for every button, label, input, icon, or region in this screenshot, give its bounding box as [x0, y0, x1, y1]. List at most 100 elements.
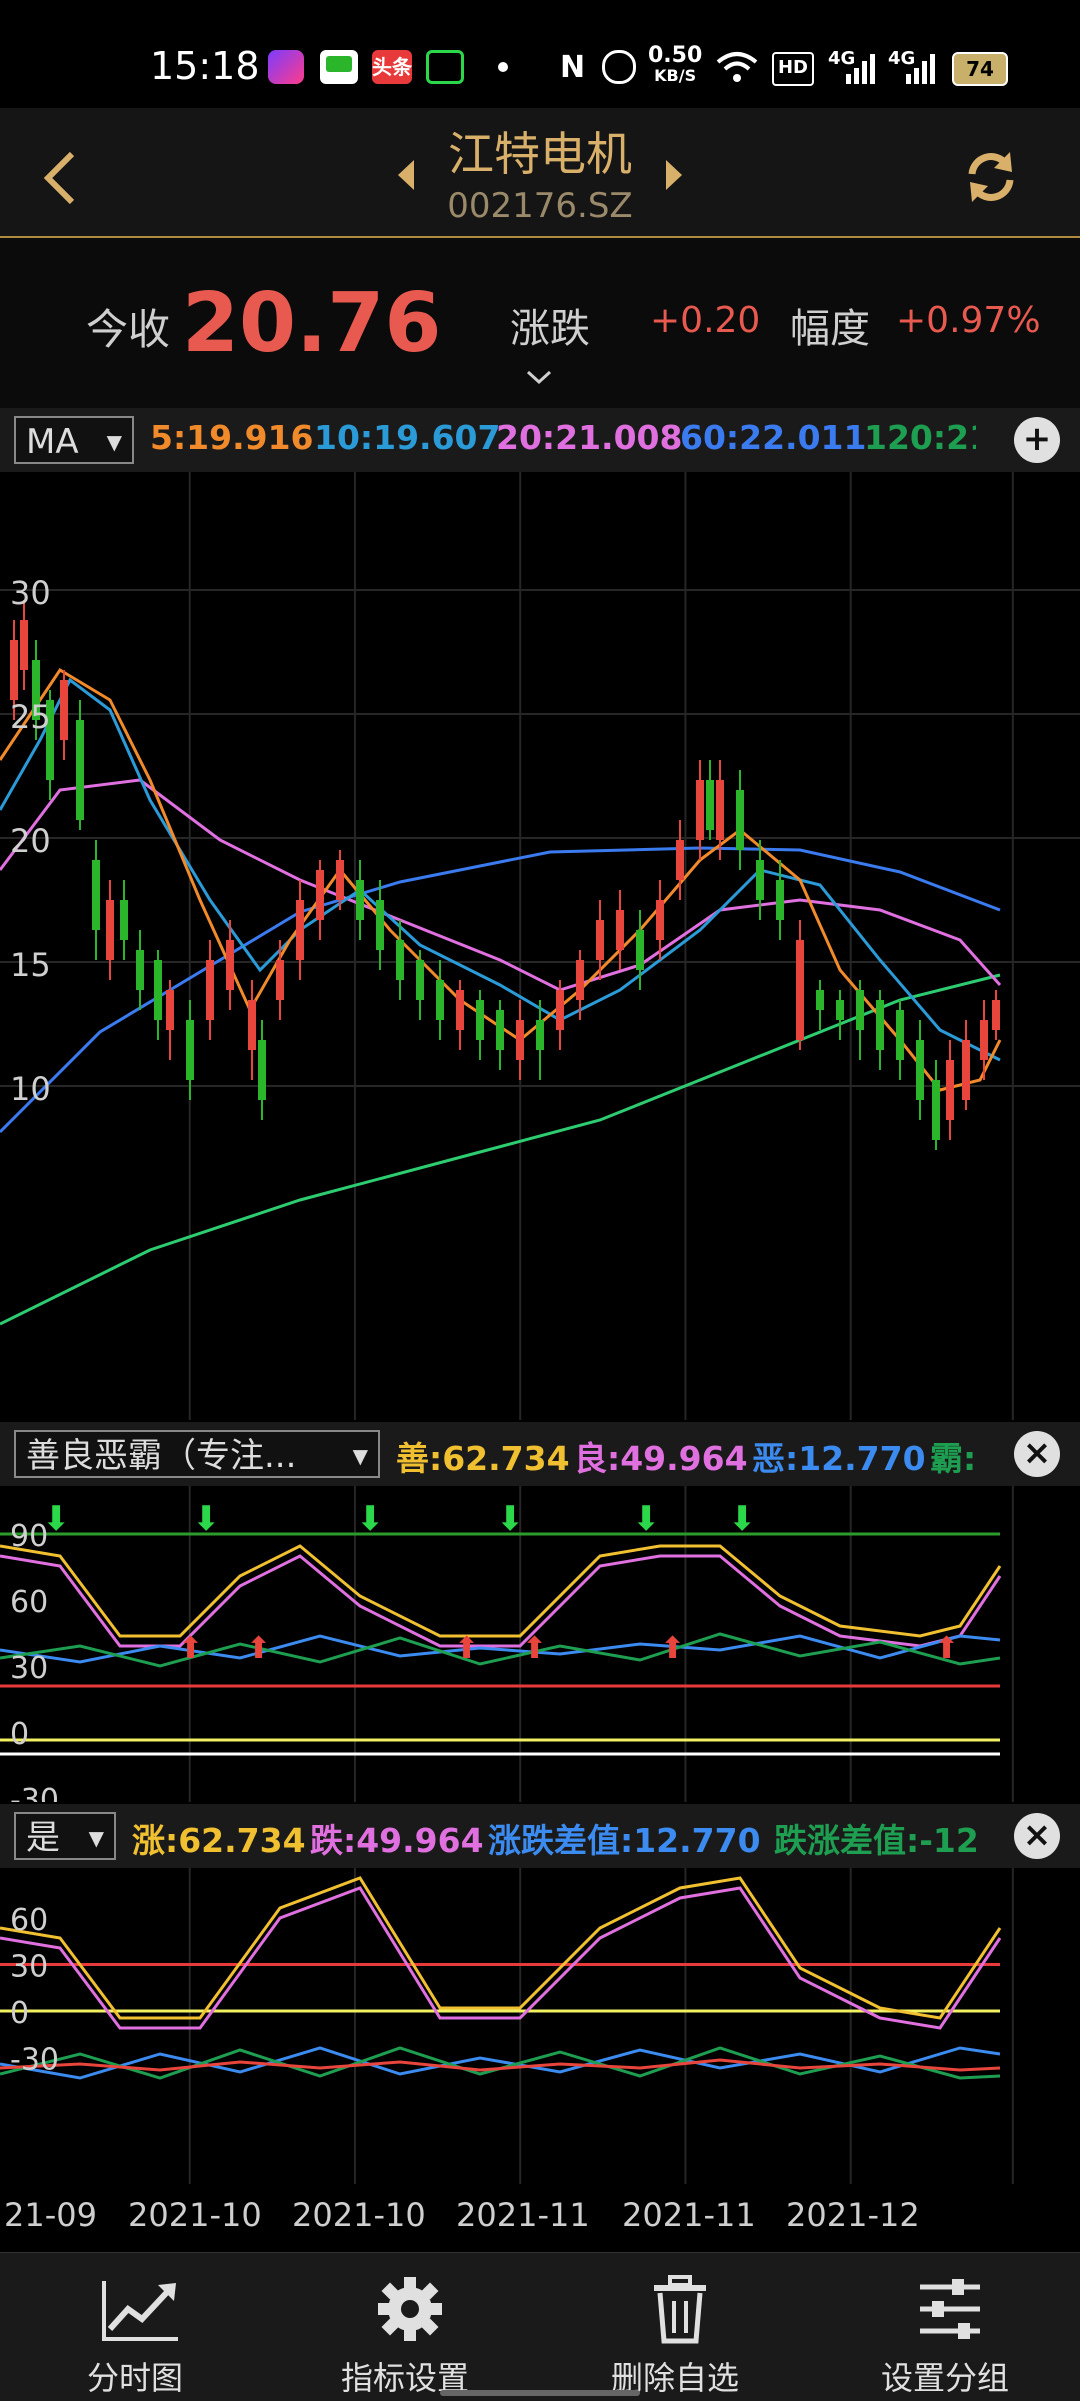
date-label: 2021-10: [128, 2196, 262, 2234]
expand-chevron-icon[interactable]: [526, 370, 552, 386]
nav-indicator-settings[interactable]: 指标设置: [270, 2253, 540, 2401]
date-label: 2021-11: [622, 2196, 756, 2234]
ma20-value: 20:21.008: [496, 418, 683, 457]
candle-body: [706, 780, 714, 830]
dropdown-arrow-icon: ▼: [106, 430, 122, 454]
candle-body: [776, 880, 784, 920]
stock-code: 002176.SZ: [447, 186, 633, 226]
candle-body: [916, 1040, 924, 1100]
nav-timeshare[interactable]: 分时图: [0, 2253, 270, 2401]
candle-body: [136, 950, 144, 990]
indicator2-selector[interactable]: 是 ▼: [14, 1812, 116, 1860]
line-chart-icon: [102, 2281, 178, 2341]
candle-body: [856, 990, 864, 1030]
refresh-icon[interactable]: [962, 148, 1020, 206]
candle-body: [356, 880, 364, 920]
candle-body: [120, 900, 128, 940]
ma120-value: 120:21...: [864, 418, 976, 457]
ind1-v4: 霸:: [930, 1439, 977, 1478]
close-price: 20.76: [182, 276, 442, 371]
candle-body: [576, 960, 584, 1000]
ma60-value: 60:22.011: [680, 418, 867, 457]
battery-icon: 74: [952, 52, 1008, 86]
candle-body: [636, 930, 644, 970]
change-label: 涨跌: [510, 306, 590, 352]
change-value: +0.20: [650, 300, 761, 341]
candle-body: [816, 990, 824, 1010]
buy-arrow-icon: ⬇: [728, 1499, 757, 1539]
sell-arrow-icon: ⬆: [660, 1631, 685, 1666]
dropdown-arrow-icon: ▼: [88, 1826, 104, 1850]
indicator-tick-label: 30: [10, 1651, 48, 1686]
nav-label: 设置分组: [880, 2359, 1009, 2397]
ma-legend-bar: MA ▼ 5:19.916 10:19.607 20:21.008 60:22.…: [0, 408, 1080, 472]
candle-body: [756, 860, 764, 900]
indicator-tick-label: 30: [10, 1950, 48, 1985]
indicator2-bar: 是 ▼ 涨:62.734 跌:49.964 涨跌差值:12.770 跌涨差值:-…: [0, 1804, 1080, 1868]
candle-body: [336, 860, 344, 900]
buy-arrow-icon: ⬇: [192, 1499, 221, 1539]
indicator-tick-label: 60: [10, 1903, 48, 1938]
candle-body: [596, 920, 604, 960]
close-label: 今收: [86, 305, 171, 354]
dropdown-arrow-icon: ▼: [352, 1444, 368, 1468]
price-tick-label: 25: [10, 698, 51, 736]
add-indicator-button[interactable]: +: [1014, 417, 1060, 463]
indicator-tick-label: -30: [10, 2043, 59, 2078]
quote-panel: 今收 20.76 涨跌 +0.20 幅度 +0.97%: [0, 238, 1080, 408]
candle-body: [556, 990, 564, 1030]
ma10-value: 10:19.607: [314, 418, 501, 457]
stock-name: 江特电机: [448, 127, 632, 181]
hd-badge: HD: [772, 52, 814, 86]
candle-body: [536, 1020, 544, 1050]
sliders-icon: [920, 2279, 980, 2339]
nav-delete-watchlist[interactable]: 删除自选: [540, 2253, 810, 2401]
candle-body: [980, 1020, 988, 1060]
candle-body: [226, 940, 234, 990]
price-chart[interactable]: 30 25 20 15 10: [0, 472, 1080, 1420]
alarm-icon: [602, 50, 636, 84]
indicator1-selector[interactable]: 善良恶霸（专注... ▼: [14, 1430, 380, 1478]
ind1-v3: 恶:12.770: [752, 1439, 926, 1478]
candle-body: [60, 680, 68, 740]
candle-body: [10, 640, 18, 700]
indicator-tick-label: -30: [10, 1783, 59, 1802]
indicator2-chart[interactable]: 60 30 0 -30: [0, 1868, 1080, 2184]
candle-body: [166, 990, 174, 1030]
candle-body: [296, 900, 304, 960]
status-bar: 15:18 头条 Ν 0.50 KB/S HD 4G 4G 74: [0, 0, 1080, 108]
candle-body: [696, 780, 704, 840]
indicator-tick-label: 0: [10, 1996, 29, 2031]
ind1-v2: 良:49.964: [574, 1439, 748, 1478]
date-label: 2021-11: [456, 2196, 590, 2234]
ind2-v3: 涨跌差值:12.770: [488, 1821, 761, 1860]
ma-selector-label: MA: [26, 422, 79, 462]
candle-body: [876, 1000, 884, 1050]
close-indicator2-button[interactable]: ×: [1014, 1813, 1060, 1859]
candle-body: [186, 1020, 194, 1080]
signal-2-icon: [906, 54, 935, 84]
ma-selector[interactable]: MA ▼: [14, 416, 134, 464]
green-app-icon: [320, 50, 358, 84]
buy-arrow-icon: ⬇: [496, 1499, 525, 1539]
price-tick-label: 30: [10, 574, 51, 612]
candle-body: [836, 1000, 844, 1020]
sell-arrow-icon: ⬆: [454, 1631, 479, 1666]
pct-value: +0.97%: [896, 300, 1041, 341]
wifi-icon: [716, 52, 758, 82]
indicator1-selector-label: 善良恶霸（专注...: [26, 1436, 297, 1476]
candle-body: [796, 940, 804, 1040]
close-indicator1-button[interactable]: ×: [1014, 1431, 1060, 1477]
header: 江特电机 002176.SZ: [0, 108, 1080, 238]
home-indicator: [440, 2390, 640, 2396]
status-time: 15:18: [150, 44, 260, 88]
candle-body: [248, 1000, 256, 1050]
candle-body: [92, 860, 100, 930]
price-tick-label: 15: [10, 946, 51, 984]
ma5-value: 5:19.916: [150, 418, 314, 457]
nav-set-group[interactable]: 设置分组: [810, 2253, 1080, 2401]
candle-body: [992, 1000, 1000, 1030]
next-stock-icon[interactable]: [664, 158, 684, 192]
pct-label: 幅度: [790, 306, 870, 352]
indicator1-chart[interactable]: ⬇ ⬇ ⬇ ⬇ ⬇ ⬇⬆ ⬆ ⬆ ⬆ ⬆ ⬆9060300-30: [0, 1486, 1080, 1802]
